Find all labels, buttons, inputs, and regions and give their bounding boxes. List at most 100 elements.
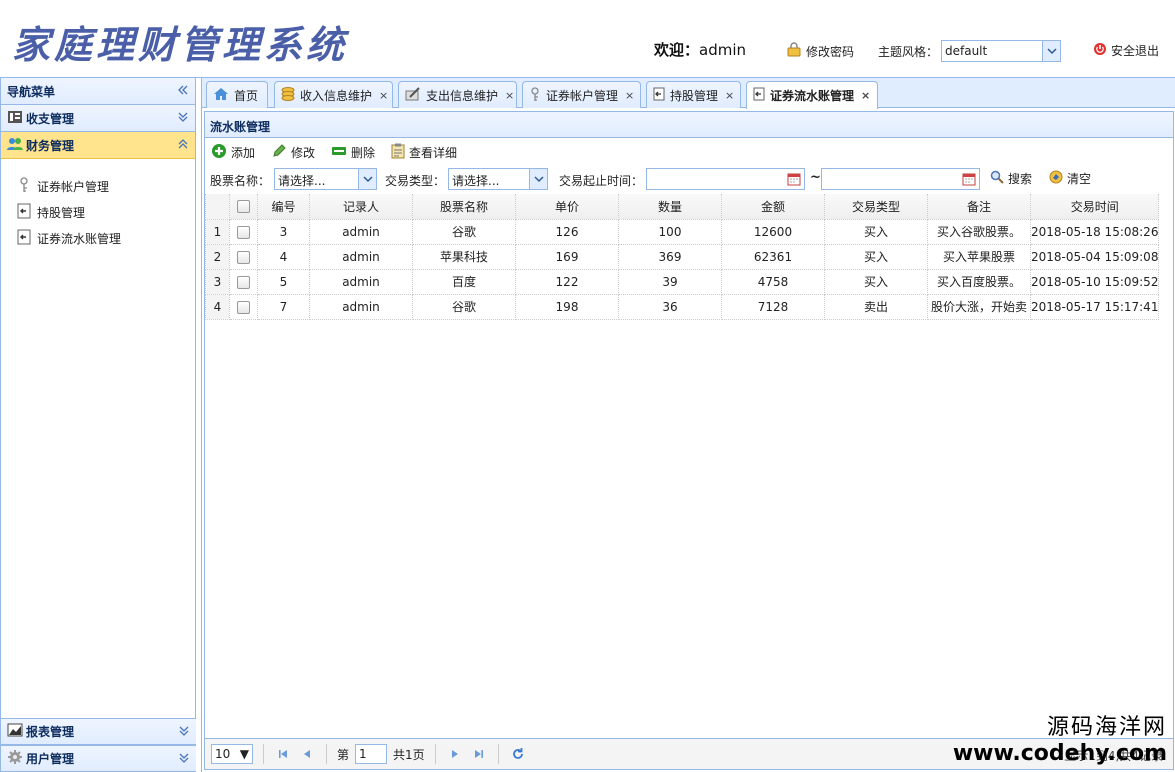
calendar-icon[interactable] — [784, 169, 804, 189]
sidebar: 导航菜单 收支管理 财务管理 证券帐户管理 持股管理 证券流水账管理 报表管理 … — [0, 78, 196, 772]
content-panel: 流水账管理 添加 修改 删除 查看详细 股票名称： 请选择... 交易类型： 请… — [204, 111, 1174, 770]
column-header[interactable]: 编号 — [257, 194, 310, 220]
cell-recorder: admin — [309, 243, 413, 270]
journal-table: 编号 记录人 股票名称 单价 数量 金额 交易类型 备注 交易时间 1 3 ad… — [205, 194, 1160, 320]
column-header[interactable]: 备注 — [927, 194, 1031, 220]
pager-separator — [263, 744, 264, 764]
clipboard-icon — [391, 143, 405, 162]
chevron-double-down-icon[interactable] — [178, 752, 190, 766]
edit-label: 修改 — [291, 145, 316, 160]
close-icon[interactable]: × — [625, 89, 634, 102]
sidebar-panel-label: 收支管理 — [26, 111, 75, 126]
add-label: 添加 — [231, 145, 256, 160]
cell-type: 买入 — [824, 218, 928, 245]
tab-expense[interactable]: 支出信息维护 × — [398, 81, 517, 108]
cell-note: 买入苹果股票 — [927, 243, 1031, 270]
sidebar-panel-label: 用户管理 — [26, 752, 75, 766]
document-arrow-icon — [753, 87, 765, 104]
page-size-select[interactable]: 10 ▼ — [211, 744, 253, 764]
tab-label: 支出信息维护 — [426, 88, 499, 103]
plus-icon — [211, 143, 227, 162]
collapse-left-icon[interactable] — [177, 84, 189, 98]
view-detail-button[interactable]: 查看详细 — [391, 143, 457, 162]
search-button[interactable]: 搜索 — [990, 170, 1032, 187]
select-all-checkbox[interactable] — [229, 194, 258, 220]
chevron-double-up-icon[interactable] — [177, 138, 189, 152]
add-button[interactable]: 添加 — [211, 143, 255, 162]
column-header[interactable]: 金额 — [721, 194, 825, 220]
gear-icon — [7, 749, 23, 768]
tab-label: 证券帐户管理 — [546, 88, 619, 103]
refresh-icon[interactable] — [509, 745, 527, 763]
trade-time-label: 交易起止时间： — [559, 174, 644, 188]
stock-name-select[interactable]: 请选择... — [274, 168, 377, 190]
username: admin — [699, 41, 747, 59]
theme-label: 主题风格： — [878, 45, 939, 59]
start-date-input[interactable] — [646, 168, 805, 190]
column-header[interactable]: 单价 — [515, 194, 619, 220]
chevron-down-icon[interactable] — [529, 169, 547, 189]
chevron-double-down-icon[interactable] — [177, 111, 189, 125]
sidebar-panel-users[interactable]: 用户管理 — [1, 745, 196, 772]
cell-qty: 36 — [618, 293, 722, 320]
chevron-double-down-icon[interactable] — [178, 725, 190, 739]
delete-button[interactable]: 删除 — [331, 144, 375, 161]
content-title: 流水账管理 — [205, 112, 1173, 138]
tab-home[interactable]: 首页 — [206, 81, 268, 108]
tab-income[interactable]: 收入信息维护 × — [274, 81, 393, 108]
logout-label: 安全退出 — [1111, 44, 1160, 58]
pager: 10 ▼ 第 1 共1页 显示1到4,共4记录 — [205, 738, 1173, 769]
end-date-input[interactable] — [821, 168, 980, 190]
sidebar-item-securities-journal[interactable]: 证券流水账管理 — [17, 225, 195, 251]
sidebar-title: 导航菜单 — [7, 84, 56, 99]
table-row[interactable]: 4 7 admin 谷歌 198 36 7128 卖出 股价大涨，开始卖 201… — [205, 293, 1160, 320]
close-icon[interactable]: × — [505, 89, 514, 102]
column-header[interactable]: 交易类型 — [824, 194, 928, 220]
sidebar-panel-finance[interactable]: 财务管理 — [1, 132, 195, 159]
column-header[interactable]: 记录人 — [309, 194, 413, 220]
cell-time: 2018-05-10 15:09:52 — [1029, 268, 1160, 295]
last-page-icon[interactable] — [470, 745, 488, 763]
close-icon[interactable]: × — [379, 89, 388, 102]
trade-type-value: 请选择... — [452, 174, 500, 188]
page-number-input[interactable]: 1 — [355, 744, 388, 764]
sidebar-item-securities-account[interactable]: 证券帐户管理 — [17, 173, 195, 199]
table-row[interactable]: 1 3 admin 谷歌 126 100 12600 买入 买入谷歌股票。 20… — [205, 218, 1160, 245]
theme-select[interactable]: default — [941, 40, 1061, 62]
row-checkbox[interactable] — [229, 243, 258, 270]
table-header-row: 编号 记录人 股票名称 单价 数量 金额 交易类型 备注 交易时间 — [205, 194, 1160, 220]
row-number: 2 — [205, 243, 230, 270]
table-row[interactable]: 3 5 admin 百度 122 39 4758 买入 买入百度股票。 2018… — [205, 268, 1160, 295]
sidebar-panel-reports[interactable]: 报表管理 — [1, 718, 196, 745]
trade-type-select[interactable]: 请选择... — [448, 168, 548, 190]
first-page-icon[interactable] — [274, 745, 292, 763]
tab-securities-journal[interactable]: 证券流水账管理 × — [746, 81, 878, 109]
cell-qty: 369 — [618, 243, 722, 270]
edit-button[interactable]: 修改 — [271, 143, 315, 162]
next-page-icon[interactable] — [446, 745, 464, 763]
tab-holdings[interactable]: 持股管理 × — [646, 81, 741, 108]
close-icon[interactable]: × — [725, 89, 734, 102]
table-row[interactable]: 2 4 admin 苹果科技 169 369 62361 买入 买入苹果股票 2… — [205, 243, 1160, 270]
chevron-down-icon[interactable] — [1042, 41, 1060, 61]
change-password-link[interactable]: 修改密码 — [786, 42, 854, 61]
tab-securities-account[interactable]: 证券帐户管理 × — [522, 81, 641, 108]
clear-button[interactable]: 清空 — [1049, 170, 1091, 187]
row-checkbox[interactable] — [229, 218, 258, 245]
chevron-down-icon[interactable] — [358, 169, 376, 189]
column-header[interactable]: 交易时间 — [1029, 194, 1160, 220]
row-checkbox[interactable] — [229, 268, 258, 295]
document-arrow-icon — [17, 203, 31, 222]
column-header[interactable]: 数量 — [618, 194, 722, 220]
cell-stock: 谷歌 — [412, 218, 516, 245]
document-arrow-icon — [653, 87, 665, 104]
row-checkbox[interactable] — [229, 293, 258, 320]
prev-page-icon[interactable] — [298, 745, 316, 763]
close-icon[interactable]: × — [861, 89, 870, 102]
eraser-icon — [1049, 170, 1063, 187]
calendar-icon[interactable] — [959, 169, 979, 189]
logout-link[interactable]: 安全退出 — [1093, 42, 1159, 59]
sidebar-panel-income-expense[interactable]: 收支管理 — [1, 105, 195, 132]
sidebar-item-holdings[interactable]: 持股管理 — [17, 199, 195, 225]
column-header[interactable]: 股票名称 — [412, 194, 516, 220]
